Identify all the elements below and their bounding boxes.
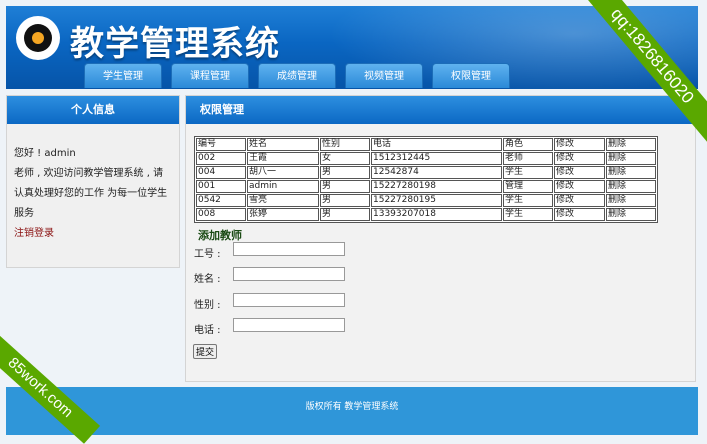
delete-link[interactable]: 删除 xyxy=(606,166,656,179)
cell-phone: 12542874 xyxy=(371,166,502,179)
cell-name: 王霞 xyxy=(247,152,319,165)
edit-link[interactable]: 修改 xyxy=(554,180,605,193)
table-row: 008 张婷 男 13393207018 学生 修改 删除 xyxy=(196,208,656,221)
table-row: 0542 雪亮 男 15227280195 学生 修改 删除 xyxy=(196,194,656,207)
col-header-delete: 删除 xyxy=(606,138,656,151)
nav-tab-courses[interactable]: 课程管理 xyxy=(171,63,249,88)
cell-gender: 男 xyxy=(320,180,370,193)
gender-input[interactable] xyxy=(233,293,345,307)
profile-body: 您好 ! admin 老师 , 欢迎访问教学管理系统 , 请认真处理好您的工作 … xyxy=(7,124,179,244)
site-header: 教学管理系统 学生管理 课程管理 成绩管理 视频管理 权限管理 xyxy=(6,6,698,89)
cell-role: 学生 xyxy=(503,208,553,221)
delete-link[interactable]: 删除 xyxy=(606,180,656,193)
cell-phone: 13393207018 xyxy=(371,208,502,221)
table-row: 004 胡八一 男 12542874 学生 修改 删除 xyxy=(196,166,656,179)
cell-id: 004 xyxy=(196,166,246,179)
cell-gender: 男 xyxy=(320,208,370,221)
gender-label: 性别 : xyxy=(194,300,221,311)
edit-link[interactable]: 修改 xyxy=(554,152,605,165)
table-header-row: 编号 姓名 性别 电话 角色 修改 删除 xyxy=(196,138,656,151)
nav-tab-videos[interactable]: 视频管理 xyxy=(345,63,423,88)
table-row: 001 admin 男 15227280198 管理 修改 删除 xyxy=(196,180,656,193)
logo-icon xyxy=(16,16,60,60)
nav-tab-permissions[interactable]: 权限管理 xyxy=(432,63,510,88)
cell-id: 001 xyxy=(196,180,246,193)
logout-link[interactable]: 注销登录 xyxy=(14,224,172,244)
cell-name: admin xyxy=(247,180,319,193)
cell-role: 老师 xyxy=(503,152,553,165)
site-title: 教学管理系统 xyxy=(70,24,280,64)
nav-tab-students[interactable]: 学生管理 xyxy=(84,63,162,88)
employee-id-label: 工号 : xyxy=(194,249,221,260)
employee-id-input[interactable] xyxy=(233,242,345,256)
copyright-text: 版权所有 教学管理系统 xyxy=(305,402,399,412)
cell-gender: 女 xyxy=(320,152,370,165)
permission-panel: 权限管理 编号 姓名 性别 电话 角色 修改 删除 002 王霞 女 15123… xyxy=(185,95,696,382)
col-header-phone: 电话 xyxy=(371,138,502,151)
cell-phone: 15227280198 xyxy=(371,180,502,193)
cell-name: 雪亮 xyxy=(247,194,319,207)
submit-button[interactable]: 提交 xyxy=(193,344,218,359)
col-header-edit: 修改 xyxy=(554,138,605,151)
site-footer: 版权所有 教学管理系统 xyxy=(6,387,698,435)
edit-link[interactable]: 修改 xyxy=(554,194,605,207)
cell-role: 学生 xyxy=(503,194,553,207)
page-title: 权限管理 xyxy=(186,96,695,124)
user-table: 编号 姓名 性别 电话 角色 修改 删除 002 王霞 女 1512312445… xyxy=(194,136,658,223)
cell-role: 管理 xyxy=(503,180,553,193)
delete-link[interactable]: 删除 xyxy=(606,194,656,207)
col-header-role: 角色 xyxy=(503,138,553,151)
cell-gender: 男 xyxy=(320,166,370,179)
cell-id: 0542 xyxy=(196,194,246,207)
phone-input[interactable] xyxy=(233,318,345,332)
col-header-gender: 性别 xyxy=(320,138,370,151)
cell-phone: 15227280195 xyxy=(371,194,502,207)
profile-panel-title: 个人信息 xyxy=(7,96,179,124)
cell-name: 张婷 xyxy=(247,208,319,221)
cell-role: 学生 xyxy=(503,166,553,179)
cell-id: 008 xyxy=(196,208,246,221)
add-teacher-title: 添加教师 xyxy=(198,229,242,242)
delete-link[interactable]: 删除 xyxy=(606,208,656,221)
edit-link[interactable]: 修改 xyxy=(554,166,605,179)
profile-panel: 个人信息 您好 ! admin 老师 , 欢迎访问教学管理系统 , 请认真处理好… xyxy=(6,95,180,268)
cell-phone: 1512312445 xyxy=(371,152,502,165)
delete-link[interactable]: 删除 xyxy=(606,152,656,165)
welcome-message: 老师 , 欢迎访问教学管理系统 , 请认真处理好您的工作 为每一位学生服务 xyxy=(14,168,168,219)
cell-name: 胡八一 xyxy=(247,166,319,179)
cell-id: 002 xyxy=(196,152,246,165)
col-header-id: 编号 xyxy=(196,138,246,151)
nav-tab-grades[interactable]: 成绩管理 xyxy=(258,63,336,88)
name-input[interactable] xyxy=(233,267,345,281)
greeting-text: 您好 ! admin xyxy=(14,148,76,159)
phone-label: 电话 : xyxy=(194,325,221,336)
cell-gender: 男 xyxy=(320,194,370,207)
edit-link[interactable]: 修改 xyxy=(554,208,605,221)
col-header-name: 姓名 xyxy=(247,138,319,151)
main-nav: 学生管理 课程管理 成绩管理 视频管理 权限管理 xyxy=(84,63,510,88)
table-row: 002 王霞 女 1512312445 老师 修改 删除 xyxy=(196,152,656,165)
name-label: 姓名 : xyxy=(194,274,221,285)
